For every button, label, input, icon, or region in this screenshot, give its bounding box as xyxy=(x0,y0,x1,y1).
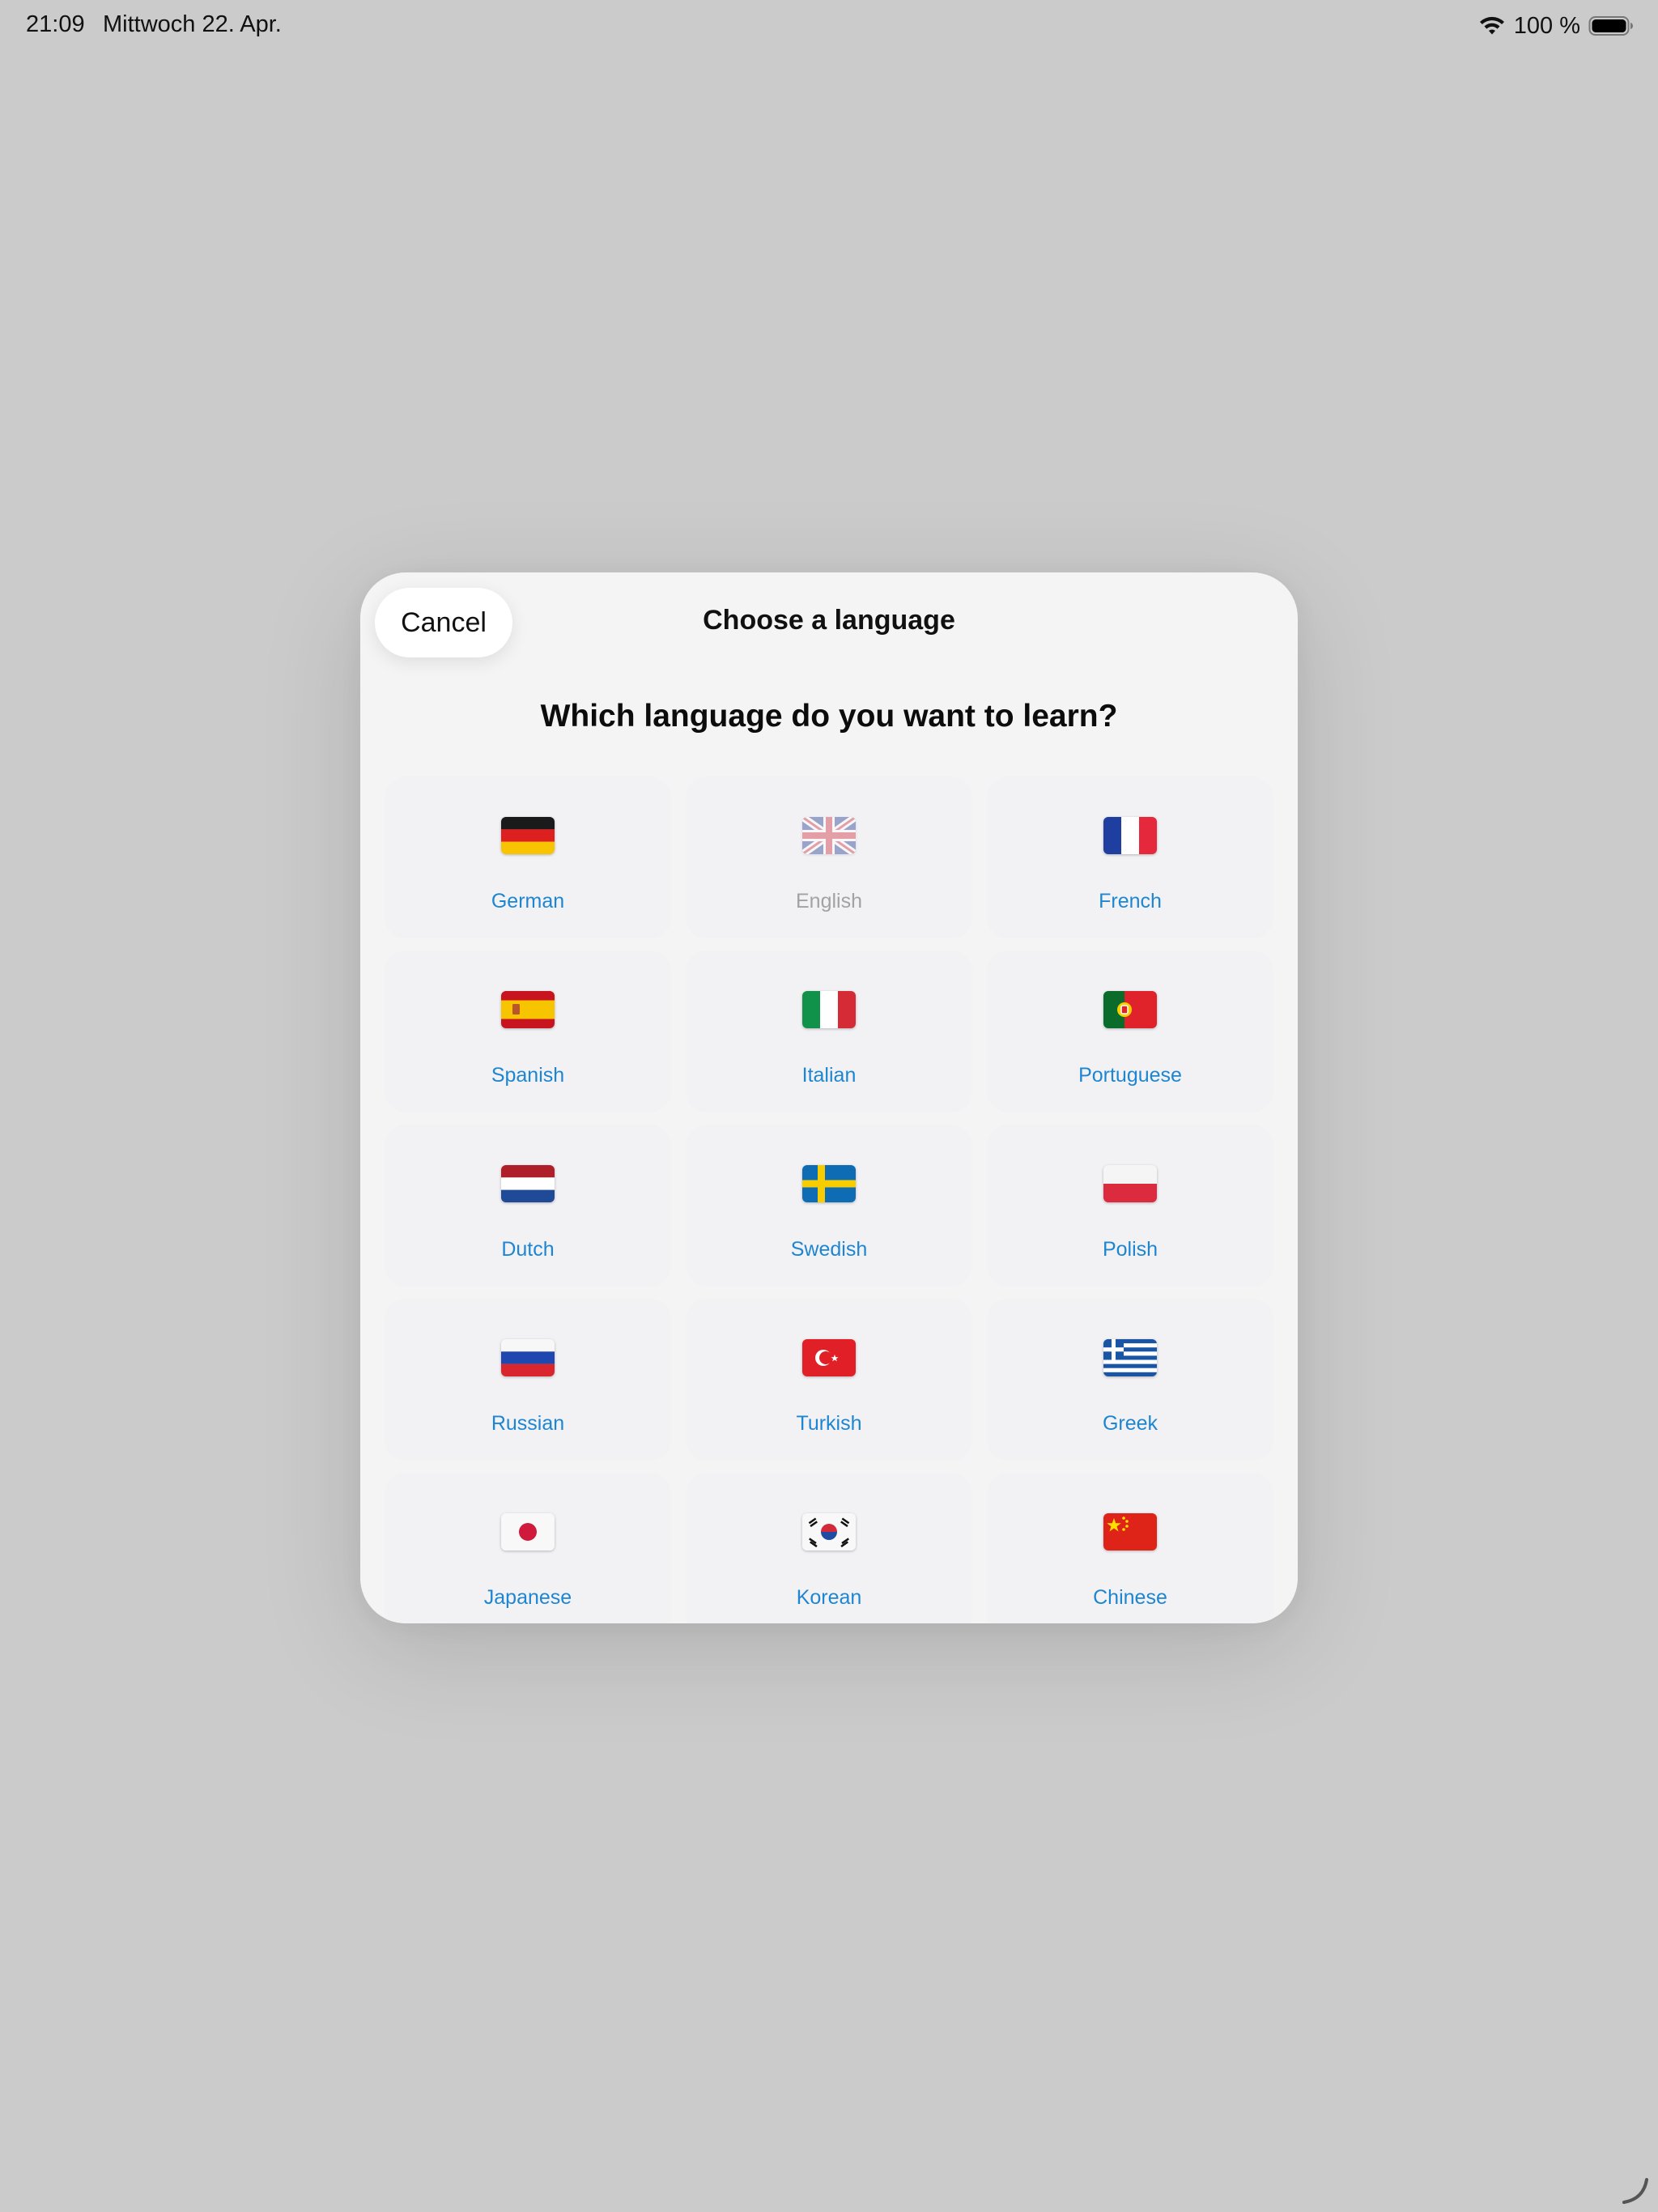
language-option-polish[interactable]: Polish xyxy=(987,1125,1273,1287)
language-option-chinese[interactable]: Chinese xyxy=(987,1473,1273,1623)
resize-corner-icon xyxy=(1622,2178,1648,2204)
modal-title: Choose a language xyxy=(703,605,955,636)
flag-china-icon xyxy=(1103,1513,1157,1551)
status-time: 21:09 xyxy=(26,11,85,37)
language-picker-modal: Cancel Choose a language Which language … xyxy=(360,572,1298,1623)
language-option-german[interactable]: German xyxy=(385,776,671,938)
status-date: Mittwoch 22. Apr. xyxy=(103,11,282,37)
language-label: Korean xyxy=(796,1586,862,1609)
flag-korea-icon xyxy=(802,1513,856,1551)
flag-uk-icon xyxy=(802,817,856,854)
flag-italy-icon xyxy=(802,991,856,1028)
language-label: Greek xyxy=(1102,1412,1158,1435)
flag-japan-icon xyxy=(501,1513,555,1551)
language-label: Portuguese xyxy=(1078,1064,1182,1087)
language-label: Swedish xyxy=(790,1238,868,1261)
language-option-turkish[interactable]: Turkish xyxy=(686,1299,972,1461)
flag-sweden-icon xyxy=(802,1165,856,1202)
language-option-portuguese[interactable]: Portuguese xyxy=(987,951,1273,1112)
language-option-english[interactable]: English xyxy=(686,776,972,938)
language-label: Japanese xyxy=(483,1586,572,1609)
language-label: Chinese xyxy=(1093,1586,1167,1609)
battery-percentage: 100 % xyxy=(1513,12,1580,39)
language-option-swedish[interactable]: Swedish xyxy=(686,1125,972,1287)
flag-poland-icon xyxy=(1103,1165,1157,1202)
language-label: Russian xyxy=(491,1412,565,1435)
language-label: German xyxy=(491,890,565,912)
language-label: Turkish xyxy=(796,1412,862,1435)
language-grid: German English French Spanish Italian Po… xyxy=(385,776,1273,1623)
battery-icon xyxy=(1588,15,1634,36)
language-label: Dutch xyxy=(501,1238,555,1261)
flag-germany-icon xyxy=(501,817,555,854)
flag-russia-icon xyxy=(501,1339,555,1376)
language-option-korean[interactable]: Korean xyxy=(686,1473,972,1623)
language-label: Polish xyxy=(1102,1238,1158,1261)
flag-greece-icon xyxy=(1103,1339,1157,1376)
question-heading: Which language do you want to learn? xyxy=(540,699,1118,734)
language-option-dutch[interactable]: Dutch xyxy=(385,1125,671,1287)
flag-france-icon xyxy=(1103,817,1157,854)
status-indicators: 100 % xyxy=(1478,11,1634,40)
language-label: English xyxy=(796,890,862,912)
flag-spain-icon xyxy=(501,991,555,1028)
language-label: Spanish xyxy=(491,1064,565,1087)
language-option-spanish[interactable]: Spanish xyxy=(385,951,671,1112)
flag-portugal-icon xyxy=(1103,991,1157,1028)
wifi-icon xyxy=(1478,15,1506,36)
language-label: Italian xyxy=(801,1064,857,1087)
language-option-greek[interactable]: Greek xyxy=(987,1299,1273,1461)
language-option-french[interactable]: French xyxy=(987,776,1273,938)
status-bar: 21:09 Mittwoch 22. Apr. 100 % xyxy=(0,0,1658,52)
flag-turkey-icon xyxy=(802,1339,856,1376)
language-option-japanese[interactable]: Japanese xyxy=(385,1473,671,1623)
language-option-italian[interactable]: Italian xyxy=(686,951,972,1112)
language-option-russian[interactable]: Russian xyxy=(385,1299,671,1461)
language-label: French xyxy=(1099,890,1162,912)
flag-netherlands-icon xyxy=(501,1165,555,1202)
